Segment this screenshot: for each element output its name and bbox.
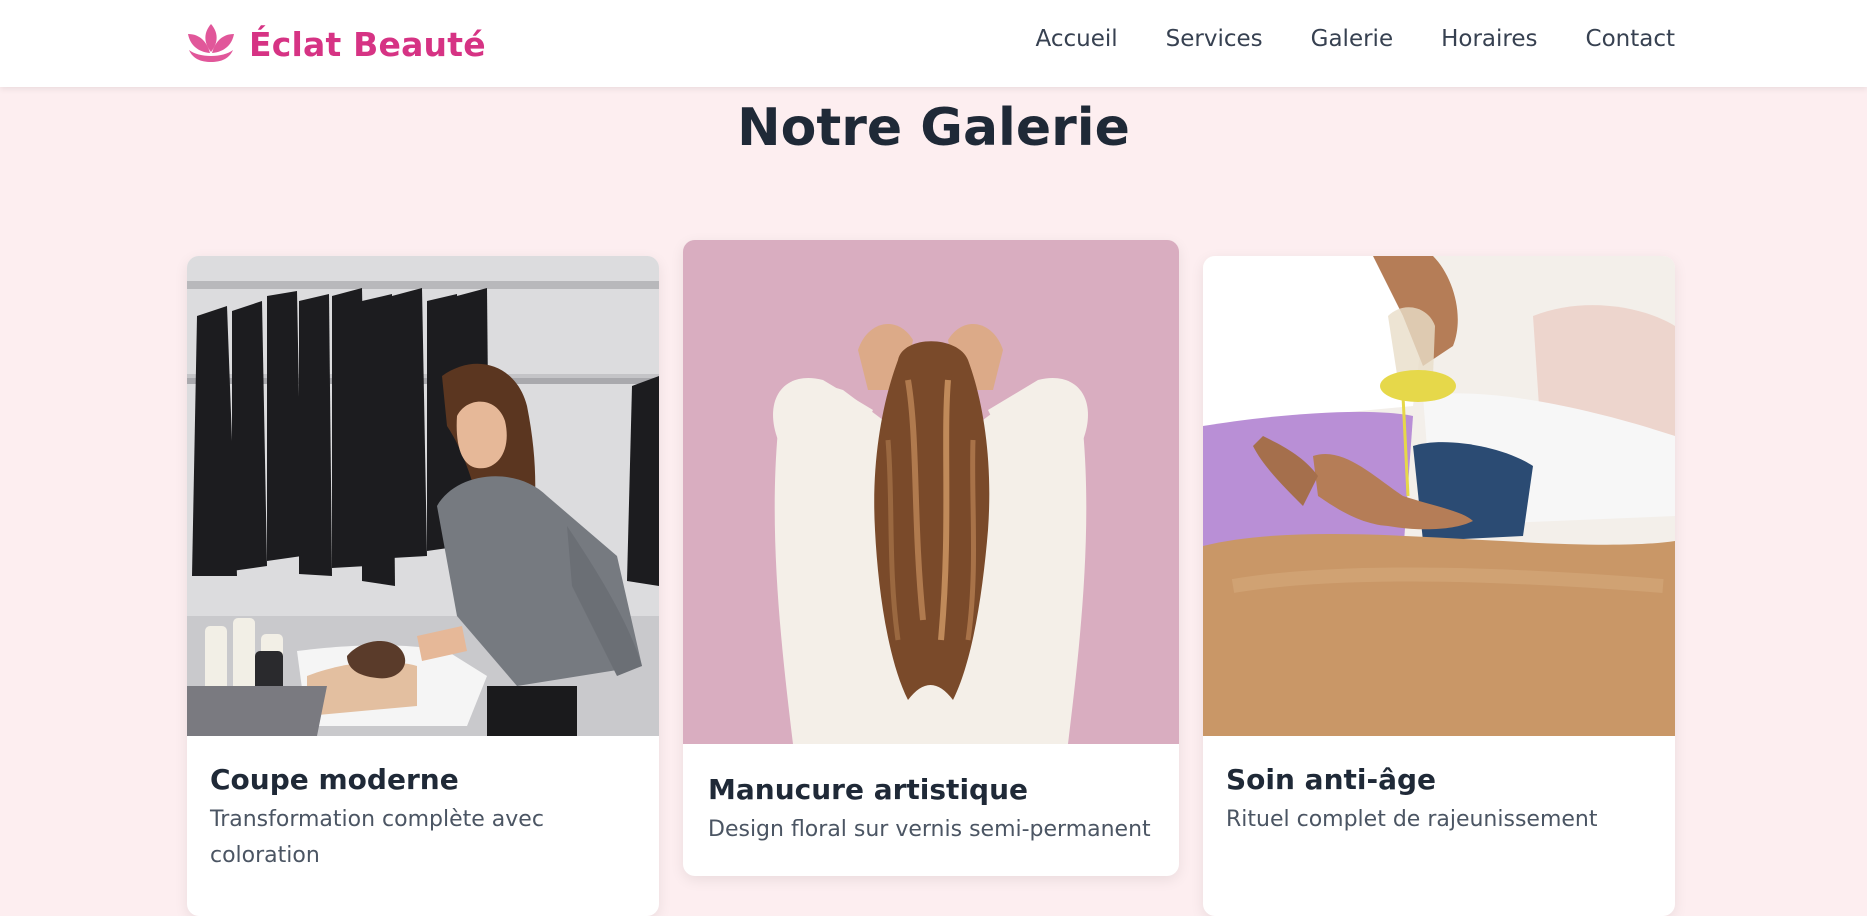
card-body: Soin anti-âge Rituel complet de rajeunis… — [1203, 736, 1675, 838]
nav-link-contact[interactable]: Contact — [1586, 26, 1675, 52]
nav-link-galerie[interactable]: Galerie — [1311, 26, 1393, 52]
top-navbar: Éclat Beauté Accueil Services Galerie Ho… — [0, 0, 1867, 87]
card-description: Rituel complet de rajeunissement — [1226, 807, 1598, 832]
lotus-icon — [185, 22, 237, 66]
brand-name: Éclat Beauté — [249, 24, 486, 64]
brand-logo[interactable]: Éclat Beauté — [185, 20, 486, 68]
gallery-title: Notre Galerie — [737, 98, 1130, 158]
card-description: Design floral sur vernis semi-permanent — [708, 817, 1151, 842]
wavy-hair-back-view-photo — [683, 240, 1179, 744]
massage-oil-photo — [1203, 256, 1675, 736]
card-title: Coupe moderne — [210, 763, 459, 796]
gallery-card-manucure[interactable]: Manucure artistique Design floral sur ve… — [683, 240, 1179, 876]
nav-link-accueil[interactable]: Accueil — [1036, 26, 1118, 52]
card-title: Soin anti-âge — [1226, 763, 1437, 796]
card-description: Transformation complète avec coloration — [210, 807, 544, 868]
card-title: Manucure artistique — [708, 773, 1029, 806]
card-body: Coupe moderne Transformation complète av… — [187, 736, 659, 874]
gallery-card-soin[interactable]: Soin anti-âge Rituel complet de rajeunis… — [1203, 256, 1675, 916]
gallery-card-coupe[interactable]: Coupe moderne Transformation complète av… — [187, 256, 659, 916]
nav-link-services[interactable]: Services — [1166, 26, 1263, 52]
salon-hair-wash-photo — [187, 256, 659, 736]
nav-links: Accueil Services Galerie Horaires Contac… — [1036, 26, 1676, 52]
card-body: Manucure artistique Design floral sur ve… — [683, 744, 1179, 848]
nav-link-horaires[interactable]: Horaires — [1441, 26, 1537, 52]
